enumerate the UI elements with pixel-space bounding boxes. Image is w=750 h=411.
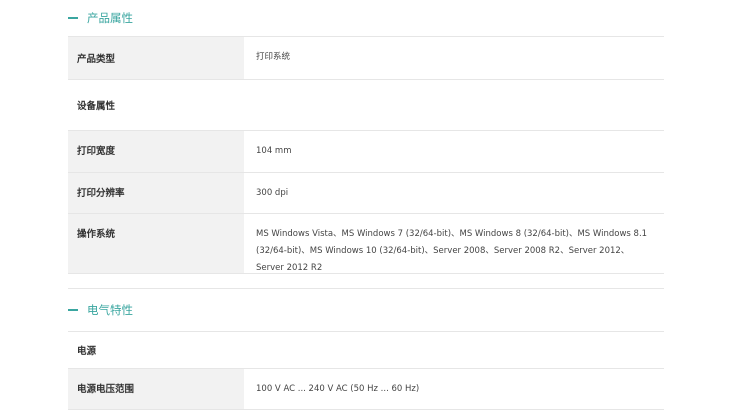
spec-value: 300 dpi bbox=[256, 188, 289, 198]
minus-icon[interactable] bbox=[68, 17, 78, 19]
spec-value: 104 mm bbox=[256, 146, 292, 156]
spec-value: 打印系统 bbox=[256, 52, 291, 62]
group-title-device: 设备属性 bbox=[68, 80, 664, 131]
spec-value: MS Windows Vista、MS Windows 7 (32/64-bit… bbox=[256, 229, 648, 273]
section-header-electrical[interactable]: 电气特性 bbox=[68, 288, 664, 332]
spec-row-print-width: 打印宽度 104 mm bbox=[68, 131, 664, 173]
spec-row-product-type: 产品类型 打印系统 bbox=[68, 37, 664, 80]
minus-icon[interactable] bbox=[68, 309, 78, 311]
spec-key: 产品类型 bbox=[68, 37, 244, 79]
spec-key: 打印宽度 bbox=[68, 131, 244, 172]
section-header-product[interactable]: 产品属性 bbox=[68, 0, 664, 37]
section-title-product: 产品属性 bbox=[87, 11, 133, 25]
spec-value: 100 V AC ... 240 V AC (50 Hz ... 60 Hz) bbox=[256, 384, 420, 394]
spec-row-os: 操作系统 MS Windows Vista、MS Windows 7 (32/6… bbox=[68, 214, 664, 274]
spec-row-print-resolution: 打印分辨率 300 dpi bbox=[68, 173, 664, 214]
section-title-electrical: 电气特性 bbox=[87, 303, 133, 317]
spec-sheet: 产品属性 产品类型 打印系统 设备属性 打印宽度 104 mm 打印分辨率 30… bbox=[68, 0, 664, 410]
group-title-power: 电源 bbox=[68, 332, 664, 369]
spec-row-voltage: 电源电压范围 100 V AC ... 240 V AC (50 Hz ... … bbox=[68, 369, 664, 410]
spec-key: 电源电压范围 bbox=[68, 369, 244, 409]
spec-key: 操作系统 bbox=[68, 214, 244, 273]
spec-key: 打印分辨率 bbox=[68, 173, 244, 213]
